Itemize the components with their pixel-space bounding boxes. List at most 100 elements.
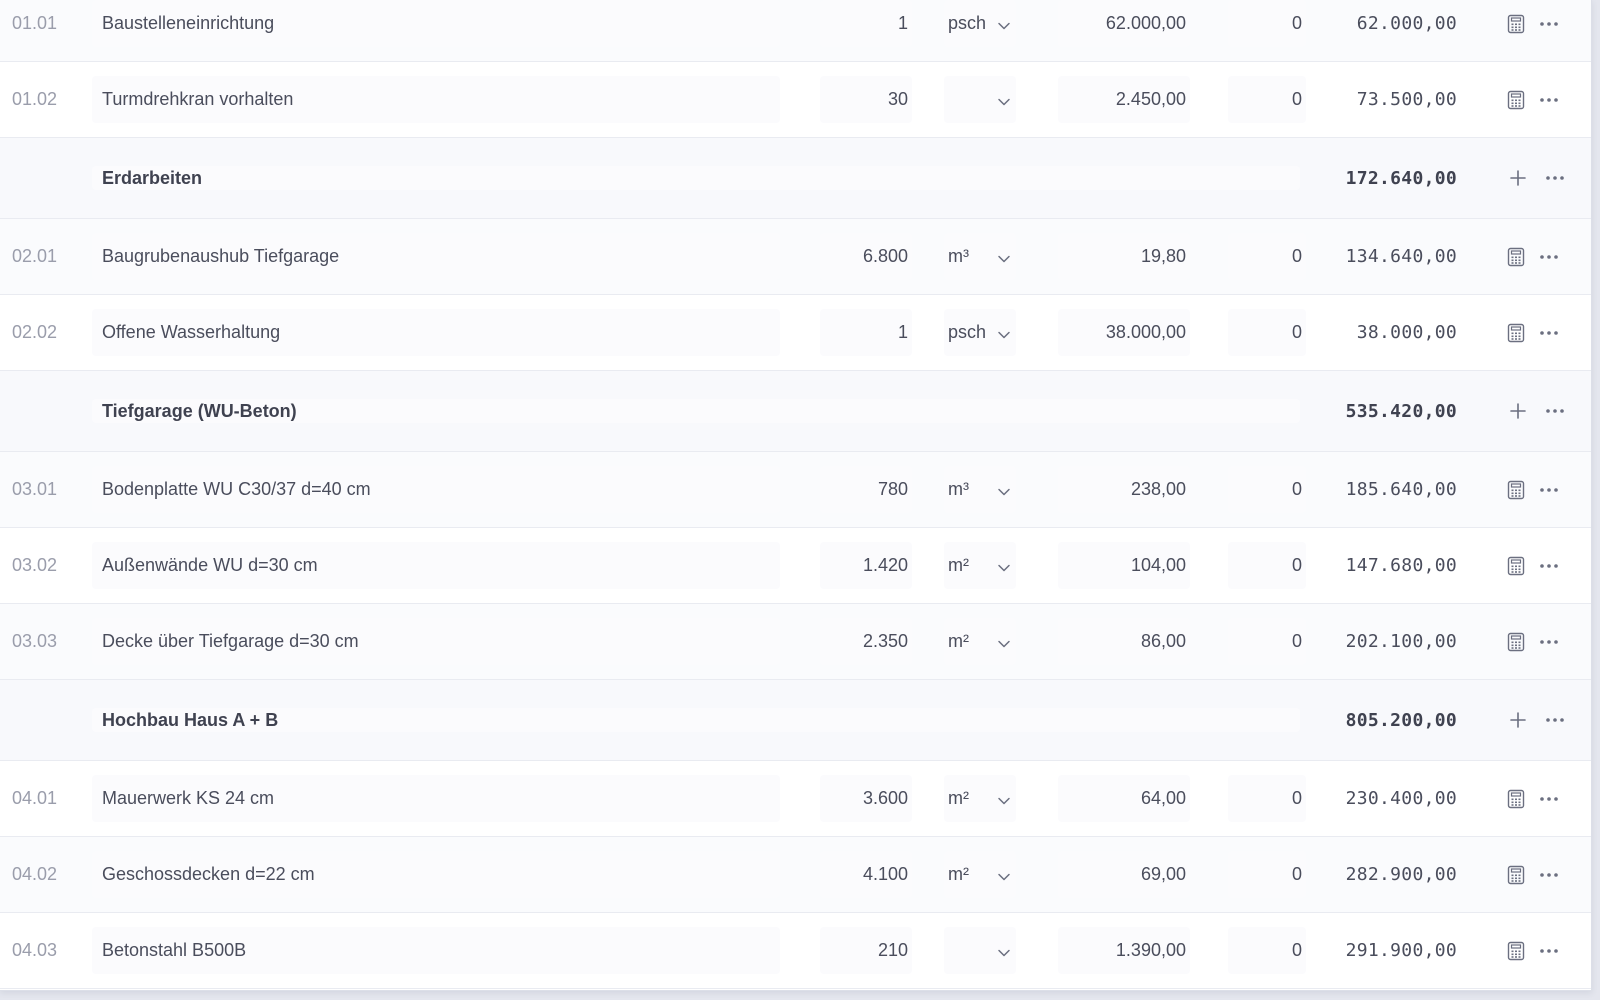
- discount-text: 0: [1291, 555, 1302, 575]
- position-number: 04.02: [12, 864, 58, 884]
- discount-field[interactable]: 0: [1228, 528, 1306, 603]
- quantity-field[interactable]: 2.350: [820, 604, 912, 679]
- add-position-icon[interactable]: [1506, 680, 1530, 760]
- group-title: Tiefgarage (WU-Beton): [102, 400, 297, 421]
- description-field[interactable]: Mauerwerk KS 24 cm: [92, 761, 780, 836]
- description-field[interactable]: Bodenplatte WU C30/37 d=40 cm: [92, 452, 780, 527]
- discount-field[interactable]: 0: [1228, 761, 1306, 836]
- unit-select[interactable]: m²: [944, 604, 1016, 679]
- calculator-icon[interactable]: [1506, 295, 1526, 370]
- quantity-field[interactable]: 210: [820, 913, 912, 988]
- unit-select[interactable]: [944, 62, 1016, 137]
- description-field[interactable]: Turmdrehkran vorhalten: [92, 62, 780, 137]
- unit-price-field[interactable]: 62.000,00: [1058, 0, 1190, 61]
- group-title-field[interactable]: Erdarbeiten: [92, 138, 1300, 218]
- more-options-icon[interactable]: [1538, 761, 1560, 836]
- table-row: 03.01 Bodenplatte WU C30/37 d=40 cm 780 m³ 2…: [0, 452, 1591, 528]
- calculator-icon[interactable]: [1506, 604, 1526, 679]
- calculator-icon[interactable]: [1506, 837, 1526, 912]
- group-title-field[interactable]: Tiefgarage (WU-Beton): [92, 371, 1300, 451]
- description-field[interactable]: Offene Wasserhaltung: [92, 295, 780, 370]
- unit-price-field[interactable]: 1.390,00: [1058, 913, 1190, 988]
- more-options-icon[interactable]: [1544, 138, 1566, 218]
- unit-text: m²: [948, 864, 969, 884]
- unit-price-field[interactable]: 238,00: [1058, 452, 1190, 527]
- quantity-field[interactable]: 30: [820, 62, 912, 137]
- calculator-icon[interactable]: [1506, 452, 1526, 527]
- discount-field[interactable]: 0: [1228, 219, 1306, 294]
- unit-select[interactable]: m²: [944, 761, 1016, 836]
- discount-field[interactable]: 0: [1228, 837, 1306, 912]
- position-number: 01.02: [12, 89, 58, 109]
- quantity-field[interactable]: 3.600: [820, 761, 912, 836]
- group-header-row: Erdarbeiten 172.640,00: [0, 138, 1591, 219]
- unit-price-field[interactable]: 86,00: [1058, 604, 1190, 679]
- add-position-icon[interactable]: [1506, 138, 1530, 218]
- calculator-icon[interactable]: [1506, 761, 1526, 836]
- more-options-icon[interactable]: [1544, 371, 1566, 451]
- chevron-down-icon: [997, 792, 1011, 806]
- unit-price-field[interactable]: 2.450,00: [1058, 62, 1190, 137]
- position-number: 03.01: [12, 479, 58, 499]
- unit-select[interactable]: m²: [944, 528, 1016, 603]
- unit-select[interactable]: m³: [944, 452, 1016, 527]
- unit-select[interactable]: psch: [944, 295, 1016, 370]
- unit-price-field[interactable]: 64,00: [1058, 761, 1190, 836]
- more-options-icon[interactable]: [1538, 913, 1560, 988]
- quantity-field[interactable]: 780: [820, 452, 912, 527]
- unit-select[interactable]: [944, 913, 1016, 988]
- quantity-field[interactable]: 1.420: [820, 528, 912, 603]
- unit-select[interactable]: m³: [944, 219, 1016, 294]
- unit-price-field[interactable]: 38.000,00: [1058, 295, 1190, 370]
- calculator-icon[interactable]: [1506, 528, 1526, 603]
- unit-select[interactable]: psch: [944, 0, 1016, 61]
- group-total: 535.420,00: [1345, 400, 1457, 422]
- line-total: 230.400,00: [1345, 788, 1457, 809]
- discount-field[interactable]: 0: [1228, 62, 1306, 137]
- more-options-icon[interactable]: [1538, 528, 1560, 603]
- quantity-field[interactable]: 6.800: [820, 219, 912, 294]
- group-title: Hochbau Haus A + B: [102, 709, 279, 730]
- group-total: 805.200,00: [1345, 709, 1457, 731]
- unit-price-field[interactable]: 69,00: [1058, 837, 1190, 912]
- discount-text: 0: [1291, 322, 1302, 342]
- description-field[interactable]: Decke über Tiefgarage d=30 cm: [92, 604, 780, 679]
- group-title-field[interactable]: Hochbau Haus A + B: [92, 680, 1300, 760]
- discount-field[interactable]: 0: [1228, 604, 1306, 679]
- more-options-icon[interactable]: [1538, 604, 1560, 679]
- table-row: 03.02 Außenwände WU d=30 cm 1.420 m² 104,00 0…: [0, 528, 1591, 604]
- more-options-icon[interactable]: [1538, 219, 1560, 294]
- quantity-field[interactable]: 4.100: [820, 837, 912, 912]
- calculator-icon[interactable]: [1506, 219, 1526, 294]
- discount-text: 0: [1291, 864, 1302, 884]
- unit-price-text: 64,00: [1140, 788, 1186, 808]
- description-field[interactable]: Baugrubenaushub Tiefgarage: [92, 219, 780, 294]
- unit-price-text: 19,80: [1140, 246, 1186, 266]
- quantity-field[interactable]: 1: [820, 295, 912, 370]
- description-field[interactable]: Betonstahl B500B: [92, 913, 780, 988]
- description-field[interactable]: Außenwände WU d=30 cm: [92, 528, 780, 603]
- unit-price-field[interactable]: 19,80: [1058, 219, 1190, 294]
- description-field[interactable]: Baustelleneinrichtung: [92, 0, 780, 61]
- more-options-icon[interactable]: [1538, 62, 1560, 137]
- discount-field[interactable]: 0: [1228, 913, 1306, 988]
- more-options-icon[interactable]: [1538, 295, 1560, 370]
- calculator-icon[interactable]: [1506, 62, 1526, 137]
- more-options-icon[interactable]: [1544, 680, 1566, 760]
- unit-select[interactable]: m²: [944, 837, 1016, 912]
- calculator-icon[interactable]: [1506, 0, 1526, 61]
- discount-field[interactable]: 0: [1228, 0, 1306, 61]
- more-options-icon[interactable]: [1538, 0, 1560, 61]
- more-options-icon[interactable]: [1538, 837, 1560, 912]
- discount-field[interactable]: 0: [1228, 295, 1306, 370]
- more-options-icon[interactable]: [1538, 452, 1560, 527]
- discount-field[interactable]: 0: [1228, 452, 1306, 527]
- table-row: 03.03 Decke über Tiefgarage d=30 cm 2.350 m…: [0, 604, 1591, 680]
- group-total: 172.640,00: [1345, 167, 1457, 189]
- unit-price-field[interactable]: 104,00: [1058, 528, 1190, 603]
- add-position-icon[interactable]: [1506, 371, 1530, 451]
- description-field[interactable]: Geschossdecken d=22 cm: [92, 837, 780, 912]
- calculator-icon[interactable]: [1506, 913, 1526, 988]
- position-number: 03.03: [12, 631, 58, 651]
- quantity-field[interactable]: 1: [820, 0, 912, 61]
